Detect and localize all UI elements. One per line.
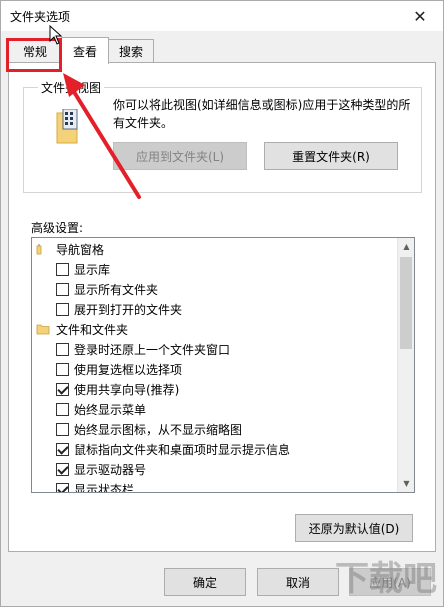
tree-option-label: 显示所有文件夹 bbox=[74, 282, 159, 297]
close-button[interactable]: ✕ bbox=[397, 1, 443, 31]
window-title: 文件夹选项 bbox=[10, 10, 71, 24]
tree-option-show-status-bar[interactable]: 显示状态栏 bbox=[56, 479, 135, 493]
tree-option-sharing-wizard[interactable]: 使用共享向导(推荐) bbox=[56, 379, 179, 399]
tree-option-label: 鼠标指向文件夹和桌面项时显示提示信息 bbox=[74, 442, 291, 457]
tree-option-show-libraries[interactable]: 显示库 bbox=[56, 259, 110, 279]
checkbox[interactable] bbox=[56, 302, 69, 316]
tree-option-label: 显示驱动器号 bbox=[74, 462, 147, 477]
tree-option-label: 展开到打开的文件夹 bbox=[74, 302, 183, 317]
tab-search[interactable]: 搜索 bbox=[108, 39, 154, 63]
checkbox[interactable] bbox=[56, 482, 69, 492]
tree-option-label: 显示库 bbox=[74, 262, 111, 277]
tree-option-show-all-folders[interactable]: 显示所有文件夹 bbox=[56, 279, 158, 299]
folder-views-description: 你可以将此视图(如详细信息或图标)应用于这种类型的所有文件夹。 bbox=[113, 98, 411, 130]
scroll-down-arrow-icon[interactable]: ▼ bbox=[398, 475, 414, 492]
folder-icon bbox=[36, 324, 50, 335]
tab-view[interactable]: 查看 bbox=[61, 37, 109, 64]
advanced-settings-label: 高级设置: bbox=[31, 221, 84, 235]
scroll-thumb[interactable] bbox=[400, 257, 412, 349]
checkbox[interactable] bbox=[56, 402, 69, 416]
checkbox[interactable] bbox=[56, 462, 69, 476]
tree-option-show-tooltips[interactable]: 鼠标指向文件夹和桌面项时显示提示信息 bbox=[56, 439, 290, 459]
tree-category-label: 导航窗格 bbox=[56, 242, 105, 257]
advanced-settings-tree[interactable]: 导航窗格 显示库 显示所有文件夹 展开到打开的文件夹 文件和文件夹 登录时还原上… bbox=[31, 237, 415, 493]
tree-option-restore-windows[interactable]: 登录时还原上一个文件夹窗口 bbox=[56, 339, 230, 359]
checkbox[interactable] bbox=[56, 362, 69, 376]
scroll-up-arrow-icon[interactable]: ▲ bbox=[398, 238, 414, 255]
folder-views-label: 文件夹视图 bbox=[38, 79, 105, 96]
checkbox[interactable] bbox=[56, 282, 69, 296]
checkbox[interactable] bbox=[56, 382, 69, 396]
tree-option-always-show-menus[interactable]: 始终显示菜单 bbox=[56, 399, 146, 419]
checkbox[interactable] bbox=[56, 262, 69, 276]
tree-category-navigation-pane[interactable]: 导航窗格 bbox=[36, 239, 104, 259]
checkbox[interactable] bbox=[56, 342, 69, 356]
restore-defaults-button[interactable]: 还原为默认值(D) bbox=[295, 514, 413, 542]
reset-folders-button[interactable]: 重置文件夹(R) bbox=[264, 142, 398, 170]
tree-category-files-and-folders[interactable]: 文件和文件夹 bbox=[36, 319, 128, 339]
mouse-cursor-icon bbox=[49, 25, 63, 45]
cancel-button[interactable]: 取消 bbox=[257, 568, 339, 596]
tree-option-label: 使用复选框以选择项 bbox=[74, 362, 183, 377]
folder-options-dialog: 文件夹选项 ✕ 常规 查看 搜索 文件夹视图 你可以将此视图(如详细信息或图标)… bbox=[0, 0, 444, 607]
tree-option-label: 始终显示菜单 bbox=[74, 402, 147, 417]
close-icon: ✕ bbox=[413, 6, 427, 26]
folder-view-icon bbox=[56, 109, 78, 144]
ok-button[interactable]: 确定 bbox=[164, 568, 246, 596]
title-bar[interactable]: 文件夹选项 ✕ bbox=[1, 1, 443, 31]
tree-scrollbar[interactable]: ▲ ▼ bbox=[397, 238, 414, 492]
tree-option-label: 登录时还原上一个文件夹窗口 bbox=[74, 342, 231, 357]
apply-to-folders-button[interactable]: 应用到文件夹(L) bbox=[113, 142, 247, 170]
navigation-pane-icon bbox=[36, 244, 42, 255]
tree-option-expand-to-open-folder[interactable]: 展开到打开的文件夹 bbox=[56, 299, 182, 319]
tree-option-label: 使用共享向导(推荐) bbox=[74, 382, 180, 397]
tree-option-show-drive-letters[interactable]: 显示驱动器号 bbox=[56, 459, 146, 479]
checkbox[interactable] bbox=[56, 442, 69, 456]
tree-option-label: 显示状态栏 bbox=[74, 482, 135, 493]
tree-option-always-show-icons[interactable]: 始终显示图标，从不显示缩略图 bbox=[56, 419, 242, 439]
tree-option-label: 始终显示图标，从不显示缩略图 bbox=[74, 422, 243, 437]
tree-option-use-checkboxes[interactable]: 使用复选框以选择项 bbox=[56, 359, 182, 379]
watermark-logo: 下载吧 bbox=[335, 559, 437, 599]
checkbox[interactable] bbox=[56, 422, 69, 436]
tree-category-label: 文件和文件夹 bbox=[56, 322, 129, 337]
